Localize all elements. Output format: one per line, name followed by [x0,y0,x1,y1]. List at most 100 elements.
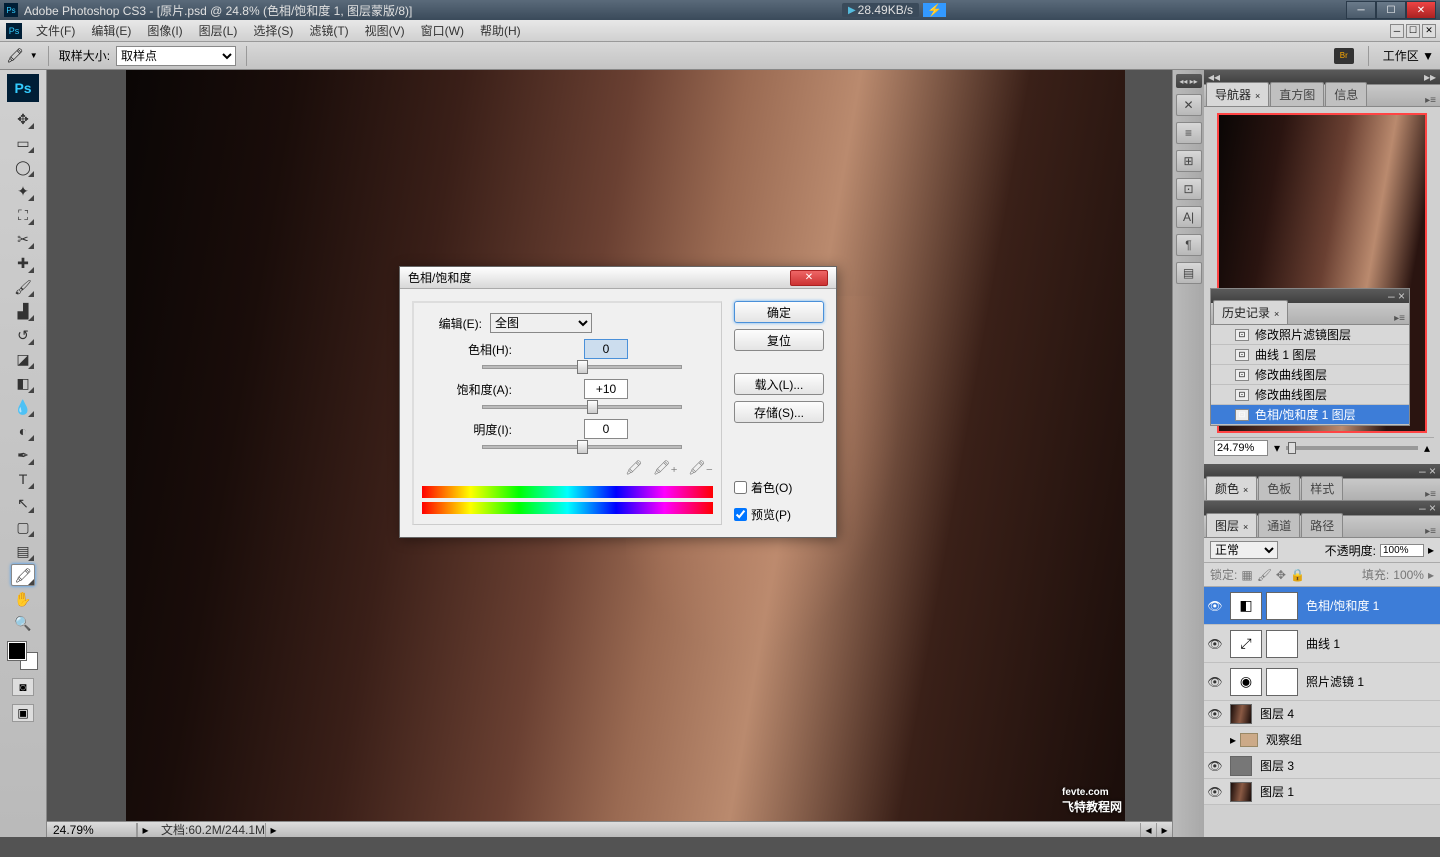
maximize-button[interactable]: ☐ [1376,1,1406,19]
layer-item[interactable]: 👁 ◉ 照片滤镜 1 [1204,663,1440,701]
info-menu-arrow[interactable]: ▸ [265,823,281,837]
dock-expand[interactable]: ◂◂ ▸▸ [1176,74,1202,88]
tab-history[interactable]: 历史记录× [1213,300,1288,324]
dialog-titlebar[interactable]: 色相/饱和度 ✕ [400,267,836,289]
layer-thumb[interactable] [1230,756,1252,776]
move-tool[interactable]: ✥ [11,108,35,130]
history-item[interactable]: ⊡曲线 1 图层 [1211,345,1409,365]
dock-btn-3[interactable]: ⊞ [1176,150,1202,172]
scroll-right[interactable]: ▸ [1156,823,1172,837]
stamp-tool[interactable]: ▟ [11,300,35,322]
layer-item[interactable]: 👁 图层 1 [1204,779,1440,805]
layer-item[interactable]: ▸ 观察组 [1204,727,1440,753]
lock-all-icon[interactable]: 🔒 [1290,568,1305,582]
doc-close-button[interactable]: ✕ [1422,24,1436,38]
eraser-tool[interactable]: ◪ [11,348,35,370]
blend-mode-select[interactable]: 正常 [1210,541,1278,559]
tab-histogram[interactable]: 直方图 [1270,82,1324,106]
tab-swatches[interactable]: 色板 [1258,476,1300,500]
tab-channels[interactable]: 通道 [1258,513,1300,537]
visibility-icon[interactable]: 👁 [1204,637,1226,651]
slice-tool[interactable]: ✂ [11,228,35,250]
scroll-left[interactable]: ◂ [1140,823,1156,837]
menu-image[interactable]: 图像(I) [139,20,190,41]
visibility-icon[interactable]: 👁 [1204,707,1226,721]
visibility-icon[interactable]: 👁 [1204,599,1226,613]
doc-restore-button[interactable]: ☐ [1406,24,1420,38]
colorize-checkbox[interactable] [734,481,747,494]
foreground-color[interactable] [8,642,26,660]
layer-item[interactable]: 👁 ⤢ 曲线 1 [1204,625,1440,663]
menu-select[interactable]: 选择(S) [245,20,301,41]
menu-view[interactable]: 视图(V) [357,20,413,41]
blur-tool[interactable]: 💧 [11,396,35,418]
quickmask-button[interactable]: ◙ [12,678,34,696]
nav-zoom-out[interactable]: ▾ [1274,441,1280,455]
menu-window[interactable]: 窗口(W) [413,20,472,41]
hand-tool[interactable]: ✋ [11,588,35,610]
history-item[interactable]: ⊡色相/饱和度 1 图层 [1211,405,1409,425]
marquee-tool[interactable]: ▭ [11,132,35,154]
preview-checkbox[interactable] [734,508,747,521]
type-tool[interactable]: T [11,468,35,490]
menu-filter[interactable]: 滤镜(T) [301,20,356,41]
tool-preset-arrow[interactable]: ▼ [30,51,38,60]
layer-thumb[interactable]: ◉ [1230,668,1262,696]
eyedropper-sub-icon[interactable]: 🖍₋ [688,459,713,476]
dock-btn-2[interactable]: ≡ [1176,122,1202,144]
screenmode-button[interactable]: ▣ [12,704,34,722]
menu-edit[interactable]: 编辑(E) [83,20,139,41]
menu-file[interactable]: 文件(F) [28,20,83,41]
visibility-icon[interactable]: 👁 [1204,759,1226,773]
eyedropper-add-icon[interactable]: 🖍₊ [653,459,678,476]
eyedropper-tool[interactable]: 🖍 [11,564,35,586]
notes-tool[interactable]: ▤ [11,540,35,562]
ps-menu-icon[interactable]: Ps [6,23,22,39]
menu-help[interactable]: 帮助(H) [472,20,529,41]
doc-minimize-button[interactable]: ─ [1390,24,1404,38]
info-arrow[interactable]: ▸ [137,823,153,837]
brush-tool[interactable]: 🖌 [11,276,35,298]
close-button[interactable]: ✕ [1406,1,1436,19]
sat-input[interactable] [584,379,628,399]
layer-thumb[interactable]: ⤢ [1230,630,1262,658]
light-slider[interactable] [482,445,682,449]
crop-tool[interactable]: ⛶ [11,204,35,226]
lock-move-icon[interactable]: ✥ [1276,568,1286,582]
visibility-icon[interactable]: 👁 [1204,675,1226,689]
nav-zoom-slider[interactable] [1286,446,1418,450]
wand-tool[interactable]: ✦ [11,180,35,202]
nav-zoom-value[interactable]: 24.79% [1214,440,1268,456]
layer-item[interactable]: 👁 图层 3 [1204,753,1440,779]
workspace-dropdown[interactable]: 工作区 ▼ [1383,47,1434,64]
layer-mask[interactable] [1266,630,1298,658]
pen-tool[interactable]: ✒ [11,444,35,466]
dock-btn-7[interactable]: ▤ [1176,262,1202,284]
ok-button[interactable]: 确定 [734,301,824,323]
layer-item[interactable]: 👁 图层 4 [1204,701,1440,727]
history-item[interactable]: ⊡修改照片滤镜图层 [1211,325,1409,345]
lasso-tool[interactable]: ◯ [11,156,35,178]
save-button[interactable]: 存储(S)... [734,401,824,423]
layer-mask[interactable] [1266,592,1298,620]
layer-thumb[interactable] [1230,782,1252,802]
menu-layer[interactable]: 图层(L) [191,20,246,41]
tab-styles[interactable]: 样式 [1301,476,1343,500]
dialog-close-button[interactable]: ✕ [790,270,828,286]
lock-trans-icon[interactable]: ▦ [1241,568,1252,582]
tab-color[interactable]: 颜色× [1206,476,1257,500]
shape-tool[interactable]: ▢ [11,516,35,538]
sample-size-select[interactable]: 取样点 [116,46,236,66]
dock-btn-4[interactable]: ⊡ [1176,178,1202,200]
layers-menu[interactable]: ▸≡ [1425,526,1436,537]
sat-slider[interactable] [482,405,682,409]
tab-layers[interactable]: 图层× [1206,513,1257,537]
eyedropper-icon[interactable]: 🖍 [625,459,643,476]
edit-select[interactable]: 全图 [490,313,592,333]
dock-btn-5[interactable]: A| [1176,206,1202,228]
visibility-icon[interactable]: 👁 [1204,785,1226,799]
cancel-button[interactable]: 复位 [734,329,824,351]
path-tool[interactable]: ↖ [11,492,35,514]
load-button[interactable]: 载入(L)... [734,373,824,395]
dock-btn-1[interactable]: ✕ [1176,94,1202,116]
